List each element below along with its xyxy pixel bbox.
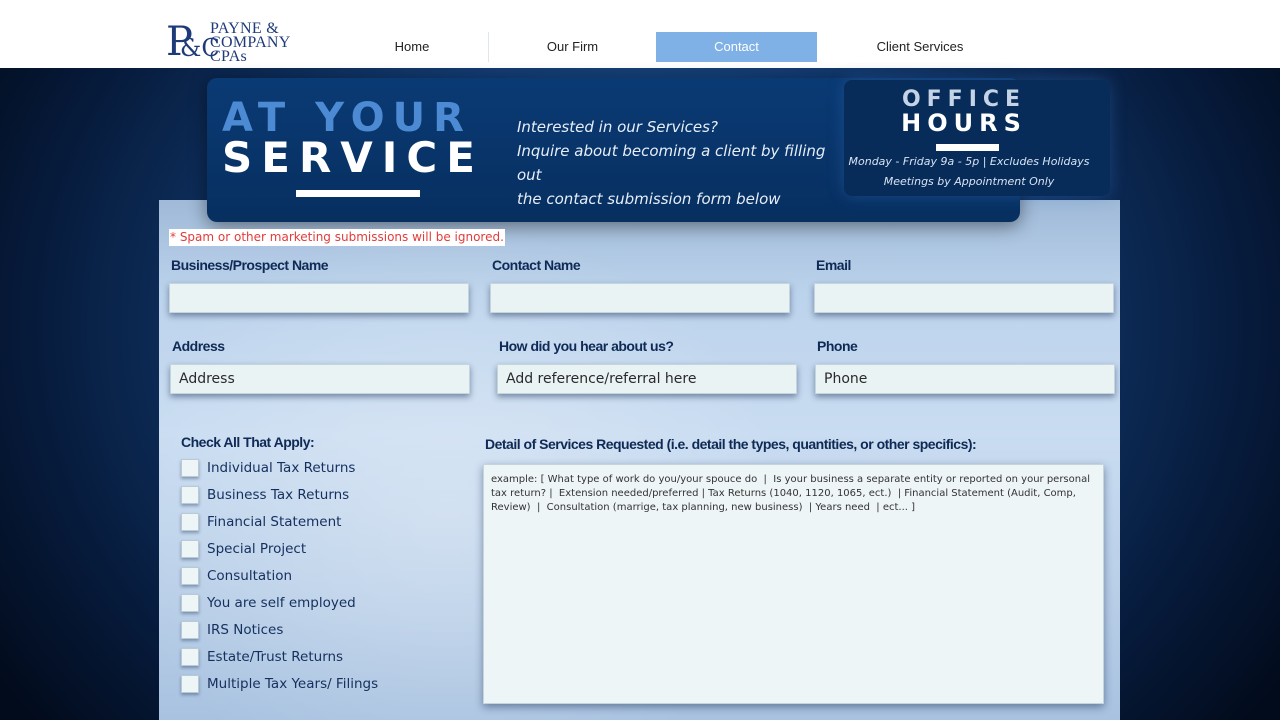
checkbox[interactable] — [181, 513, 199, 531]
checkbox[interactable] — [181, 594, 199, 612]
contact-name-input[interactable] — [490, 283, 790, 313]
referral-input[interactable] — [497, 364, 797, 394]
checkbox-label: Consultation — [207, 568, 293, 584]
checkbox[interactable] — [181, 540, 199, 558]
office-hours-title-2: HOURS — [901, 109, 1027, 137]
referral-label: How did you hear about us? — [499, 338, 674, 354]
checkbox[interactable] — [181, 648, 199, 666]
site-header: P &C PAYNE & COMPANY CPAs Home Our Firm … — [0, 0, 1280, 68]
office-hours-schedule: Monday - Friday 9a - 5p | Excludes Holid… — [848, 155, 1090, 168]
checkbox-label: Special Project — [207, 541, 307, 557]
services-checklist-label: Check All That Apply: — [181, 434, 315, 450]
hero-copy-line-1: Interested in our Services? — [517, 118, 718, 136]
contact-name-label: Contact Name — [492, 257, 581, 273]
nav-client-services[interactable]: Client Services — [817, 32, 1023, 62]
office-hours-appointment: Meetings by Appointment Only — [883, 175, 1055, 188]
address-label: Address — [172, 338, 225, 354]
spam-notice: * Spam or other marketing submissions wi… — [169, 229, 505, 246]
checkbox-label: Business Tax Returns — [207, 487, 350, 503]
logo-wordmark: PAYNE & COMPANY CPAs — [210, 21, 291, 65]
phone-input[interactable] — [815, 364, 1115, 394]
checkbox-label: IRS Notices — [207, 622, 284, 638]
checkbox[interactable] — [181, 459, 199, 477]
hero-copy-line-2: Inquire about becoming a client by filli… — [517, 142, 826, 184]
checkbox[interactable] — [181, 486, 199, 504]
phone-label: Phone — [817, 338, 858, 354]
email-label: Email — [816, 257, 851, 273]
logo-monogram: P &C — [166, 20, 220, 66]
office-hours-underline — [936, 144, 999, 151]
business-name-label: Business/Prospect Name — [171, 257, 329, 273]
service-details-label: Detail of Services Requested (i.e. detai… — [485, 436, 977, 452]
logo-line-3: CPAs — [210, 48, 248, 65]
checkbox-label: Multiple Tax Years/ Filings — [207, 676, 379, 692]
checkbox-label: Estate/Trust Returns — [207, 649, 344, 665]
checkbox-label: Individual Tax Returns — [207, 460, 356, 476]
checkbox-label: Financial Statement — [207, 514, 342, 530]
nav-our-firm[interactable]: Our Firm — [489, 32, 656, 62]
hero-title-line-2: SERVICE — [222, 133, 484, 182]
company-logo[interactable]: P &C PAYNE & COMPANY CPAs — [166, 20, 306, 66]
service-details-textarea[interactable] — [483, 464, 1104, 704]
address-input[interactable] — [170, 364, 470, 394]
checkbox[interactable] — [181, 621, 199, 639]
hero-copy: Interested in our Services? Inquire abou… — [517, 115, 847, 211]
checkbox-label: You are self employed — [207, 595, 356, 611]
checkbox[interactable] — [181, 567, 199, 585]
nav-home[interactable]: Home — [336, 32, 488, 62]
email-input[interactable] — [814, 283, 1114, 313]
business-name-input[interactable] — [169, 283, 469, 313]
checkbox[interactable] — [181, 675, 199, 693]
hero-underline — [296, 190, 420, 197]
hero-copy-line-3: the contact submission form below — [517, 190, 781, 208]
nav-contact[interactable]: Contact — [656, 32, 817, 62]
